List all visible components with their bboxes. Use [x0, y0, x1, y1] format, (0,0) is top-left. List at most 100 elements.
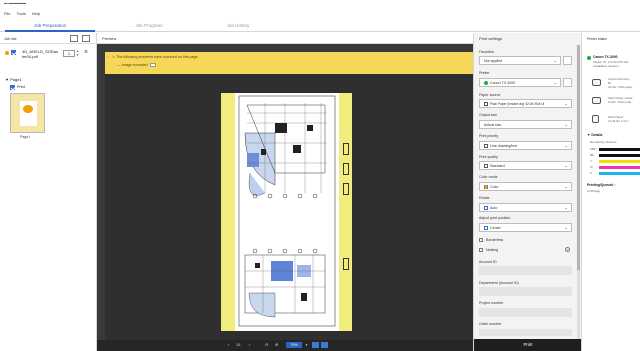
zoom-level-select[interactable]: 79%: [286, 342, 302, 348]
print-row[interactable]: Print: [10, 85, 50, 91]
print-checkbox[interactable]: [10, 85, 15, 90]
preview-header: Preview: [97, 33, 473, 44]
margin-label-box: [343, 258, 349, 270]
rotate-select[interactable]: Auto ⌄: [479, 203, 572, 212]
printing-queued-label: Printing/Queued :: [587, 183, 616, 187]
warning-detail: — Image truncated: [117, 63, 156, 68]
cut-sheet-icon: [592, 115, 599, 123]
printer-select[interactable]: Canon TX-3000 ⌄: [479, 78, 561, 87]
color-icon: [484, 185, 488, 190]
ink-level-bar: [599, 154, 640, 157]
print-settings-header: Print settings: [474, 33, 581, 44]
department-label: Department (Account ID): [479, 281, 519, 285]
job-list-item[interactable]: 4D_ANSI-D_SGRaster04.pdf 1 ▲ ▼ ×: [5, 49, 95, 71]
edit-favorites-icon[interactable]: [563, 56, 572, 65]
ink-label: MBK: [590, 147, 597, 151]
copies-spinner[interactable]: ▲ ▼: [76, 49, 79, 57]
zoom-dropdown-icon[interactable]: ▼: [305, 343, 308, 347]
adjust-position-select[interactable]: Center ⌄: [479, 223, 572, 232]
print-button[interactable]: Print: [474, 339, 582, 351]
help-icon[interactable]: ?: [565, 247, 570, 252]
fit-width-icon[interactable]: [312, 342, 319, 348]
job-list-panel: Job list 4D_ANSI-D_SGRaster04.pdf 1 ▲ ▼ ×…: [0, 33, 97, 351]
ink-label: BK: [590, 153, 595, 157]
prev-page-icon[interactable]: ‹: [228, 342, 229, 347]
color-mode-select[interactable]: Color ⌄: [479, 182, 572, 191]
printer-status-panel: Printer status Canon TX-3000 Target: IP:…: [581, 33, 640, 351]
page-group-label: Page1: [10, 77, 22, 82]
print-settings-panel: Print settings Favorites Not applied ⌄ Pr…: [473, 33, 582, 351]
page-thumbnail[interactable]: [10, 93, 45, 133]
print-quality-select[interactable]: Standard ⌄: [479, 161, 572, 170]
nesting-checkbox[interactable]: [479, 248, 483, 252]
job-checkbox[interactable]: [11, 50, 16, 55]
preview-toolbar: ‹ 1/1 › ⊖ ⊕ 79% ▼: [97, 340, 473, 351]
settings-scrollbar[interactable]: [577, 45, 580, 341]
print-priority-select[interactable]: Line drawing/text ⌄: [479, 141, 572, 150]
borderless-checkbox[interactable]: [479, 238, 483, 242]
ink-level-bar: [599, 148, 640, 151]
margin-label-box: [343, 163, 349, 175]
print-row-label: Print: [17, 85, 25, 89]
adjust-position-label: Adjust print position: [479, 216, 511, 220]
account-id-label: Account ID: [479, 260, 497, 264]
paper2-size: Cut/In / Roll unde: [608, 100, 632, 104]
collapse-chevron-icon[interactable]: ›: [107, 54, 108, 59]
output-size-select[interactable]: Actual size ⌄: [479, 120, 572, 129]
printer-label: Printer: [479, 71, 490, 75]
floor-plan-drawing: [238, 95, 336, 327]
add-file-icon[interactable]: [70, 35, 78, 42]
roll-paper-icon: [592, 97, 601, 104]
tab-job-progress[interactable]: Job Progress: [104, 20, 194, 32]
warning-status-icon: [5, 51, 9, 55]
remove-job-icon[interactable]: ×: [84, 49, 88, 56]
menu-bar: File Tools Help: [0, 9, 640, 18]
account-id-field: [479, 266, 572, 275]
nesting-label: Nesting: [486, 248, 499, 252]
details-toggle[interactable]: ▼ Details: [587, 133, 602, 137]
print-quality-label: Print quality: [479, 155, 498, 159]
fit-page-icon[interactable]: [321, 342, 328, 348]
print-settings-title: Print settings: [479, 36, 503, 41]
page-group[interactable]: ▼ Page1: [5, 77, 22, 82]
printer-properties-icon[interactable]: [563, 78, 572, 87]
zoom-out-icon[interactable]: ⊖: [265, 342, 268, 347]
next-page-icon[interactable]: ›: [249, 342, 250, 347]
paper3-size: A4 (8.3in x 11.7: [608, 119, 629, 123]
borderless-label: Borderless: [486, 238, 504, 242]
job-list-header: Job list: [0, 33, 96, 44]
favorites-select[interactable]: Not applied ⌄: [479, 56, 561, 65]
rotate-label: Rotate: [479, 196, 490, 200]
menu-file[interactable]: File: [4, 11, 10, 16]
rotate-icon: [484, 206, 488, 211]
list-view-icon[interactable]: [82, 35, 90, 42]
printing-queued-value: 0 (0Page): [587, 189, 601, 193]
margin-label-box: [343, 143, 349, 155]
ink-level-bar: [599, 160, 640, 163]
app-window: ▬ ▬▬▬▬▬ File Tools Help Job Preparation …: [0, 0, 640, 351]
order-number-field: [479, 329, 572, 336]
vertical-ruler: [97, 52, 105, 340]
tab-job-history[interactable]: Job History: [193, 20, 283, 32]
copies-input[interactable]: 1: [63, 50, 75, 57]
title-bar: ▬ ▬▬▬▬▬: [0, 0, 640, 9]
roll-paper-icon: [484, 102, 488, 107]
paper1-name: Canon Premium: [608, 77, 630, 81]
status-install-location: Installation location:: [593, 64, 620, 68]
page-preview[interactable]: [221, 93, 352, 331]
project-number-label: Project number: [479, 301, 504, 305]
ink-label: Y: [590, 159, 593, 163]
paper-source-select[interactable]: Plain Paper (Instant dry) 42.0in Roll Ui…: [479, 99, 572, 108]
menu-help[interactable]: Help: [32, 11, 40, 16]
job-name: 4D_ANSI-D_SGRaster04.pdf: [22, 49, 59, 59]
color-mode-label: Color mode: [479, 175, 498, 179]
tab-job-preparation[interactable]: Job Preparation: [5, 20, 95, 32]
margin-label-box: [343, 183, 349, 195]
menu-tools[interactable]: Tools: [16, 11, 25, 16]
output-size-label: Output size: [479, 113, 498, 117]
job-list-title: Job list: [4, 35, 17, 41]
project-number-field: [479, 308, 572, 317]
zoom-in-icon[interactable]: ⊕: [275, 342, 278, 347]
page-indicator: 1/1: [236, 343, 241, 347]
ink-label: M: [590, 165, 593, 169]
